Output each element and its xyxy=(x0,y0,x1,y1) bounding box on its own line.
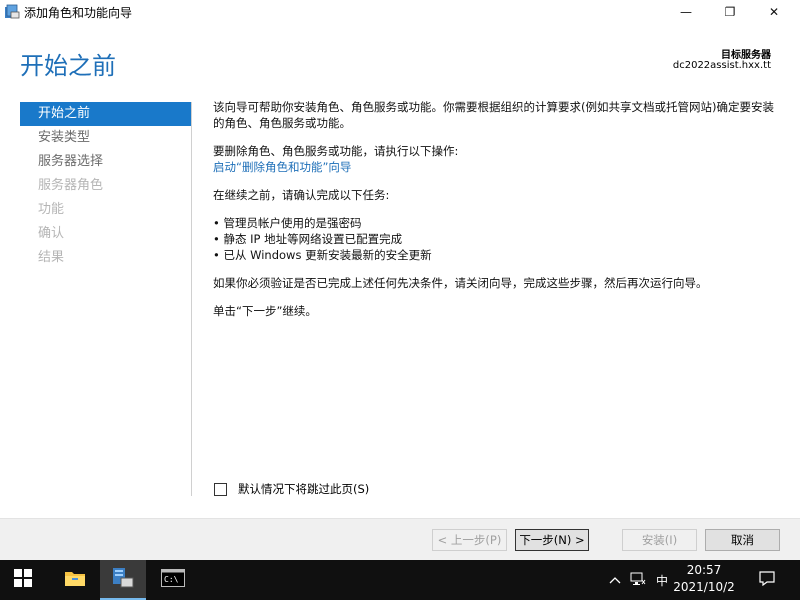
verify-note: 如果你必须验证是否已完成上述任何先决条件，请关闭向导，完成这些步骤，然后再次运行… xyxy=(213,276,708,290)
maximize-icon: ❐ xyxy=(724,5,736,19)
clock[interactable]: 20:57 2021/10/2 xyxy=(666,562,742,598)
next-button[interactable]: 下一步(N) > xyxy=(515,529,589,551)
start-icon xyxy=(14,569,32,591)
skip-page-option[interactable]: 默认情况下将跳过此页(S) xyxy=(214,481,369,497)
task-item: 已从 Windows 更新安装最新的安全更新 xyxy=(213,247,778,263)
close-icon: ✕ xyxy=(768,5,780,19)
taskbar-command-prompt[interactable]: C:\ xyxy=(150,560,196,600)
taskbar-file-explorer[interactable] xyxy=(52,560,98,600)
previous-button[interactable]: < 上一步(P) xyxy=(432,529,507,551)
nav-item-installation-type[interactable]: 安装类型 xyxy=(20,126,192,150)
nav-item-server-roles: 服务器角色 xyxy=(38,178,104,193)
target-server-name: dc2022assist.hxx.tt xyxy=(672,60,771,71)
task-list: 管理员帐户使用的是强密码 静态 IP 地址等网络设置已配置完成 已从 Windo… xyxy=(213,215,778,263)
wizard-button-bar: < 上一步(P) 下一步(N) > 安装(I) 取消 xyxy=(0,518,800,560)
close-button[interactable]: ✕ xyxy=(752,0,796,24)
taskbar-server-manager[interactable] xyxy=(100,560,146,600)
notification-icon xyxy=(759,571,775,589)
network-status[interactable] xyxy=(628,560,648,600)
taskbar: C:\ 中 20:57 2021/10/2 xyxy=(0,560,800,600)
task-item: 静态 IP 地址等网络设置已配置完成 xyxy=(213,231,778,247)
clock-date: 2021/10/2 xyxy=(673,580,735,594)
nav-item-before-you-begin[interactable]: 开始之前 xyxy=(20,102,192,126)
file-explorer-icon xyxy=(64,569,86,591)
minimize-button[interactable]: — xyxy=(664,0,708,24)
server-manager-icon xyxy=(111,566,135,592)
network-icon xyxy=(630,572,646,589)
wizard-content: 该向导可帮助你安装角色、角色服务或功能。你需要根据组织的计算要求(例如共享文档或… xyxy=(213,99,778,331)
nav-item-results: 结果 xyxy=(38,250,65,265)
nav-item-features: 功能 xyxy=(38,202,65,217)
minimize-icon: — xyxy=(680,5,692,19)
page-title: 开始之前 xyxy=(20,52,116,80)
target-server-label: 目标服务器 xyxy=(721,50,771,61)
show-hidden-icons-button[interactable] xyxy=(604,560,626,600)
command-prompt-icon: C:\ xyxy=(161,569,185,591)
wizard-steps-nav: 开始之前 安装类型 服务器选择 服务器角色 功能 确认 结果 xyxy=(20,102,192,270)
install-button[interactable]: 安装(I) xyxy=(622,529,697,551)
window-title: 添加角色和功能向导 xyxy=(24,6,133,20)
remove-roles-wizard-link[interactable]: 启动“删除角色和功能”向导 xyxy=(213,160,351,174)
task-item: 管理员帐户使用的是强密码 xyxy=(213,215,778,231)
continue-note: 单击“下一步”继续。 xyxy=(213,304,317,318)
svg-text:C:\: C:\ xyxy=(164,575,179,584)
before-heading: 在继续之前，请确认完成以下任务: xyxy=(213,188,390,202)
nav-item-server-selection[interactable]: 服务器选择 xyxy=(20,150,192,174)
skip-page-label[interactable]: 默认情况下将跳过此页(S) xyxy=(238,481,369,497)
action-center-button[interactable] xyxy=(756,560,778,600)
skip-page-checkbox[interactable] xyxy=(214,482,227,496)
clock-time: 20:57 xyxy=(686,563,722,577)
server-manager-icon xyxy=(4,4,20,20)
start-button[interactable] xyxy=(0,560,46,600)
cancel-button[interactable]: 取消 xyxy=(705,529,780,551)
nav-item-confirmation: 确认 xyxy=(38,226,65,241)
remove-heading: 要删除角色、角色服务或功能，请执行以下操作: xyxy=(213,144,459,158)
chevron-up-icon xyxy=(609,573,621,587)
intro-text: 该向导可帮助你安装角色、角色服务或功能。你需要根据组织的计算要求(例如共享文档或… xyxy=(213,100,774,130)
nav-divider xyxy=(191,102,192,496)
maximize-button[interactable]: ❐ xyxy=(708,0,752,24)
window-title-bar[interactable]: 添加角色和功能向导 — ❐ ✕ xyxy=(0,0,800,24)
